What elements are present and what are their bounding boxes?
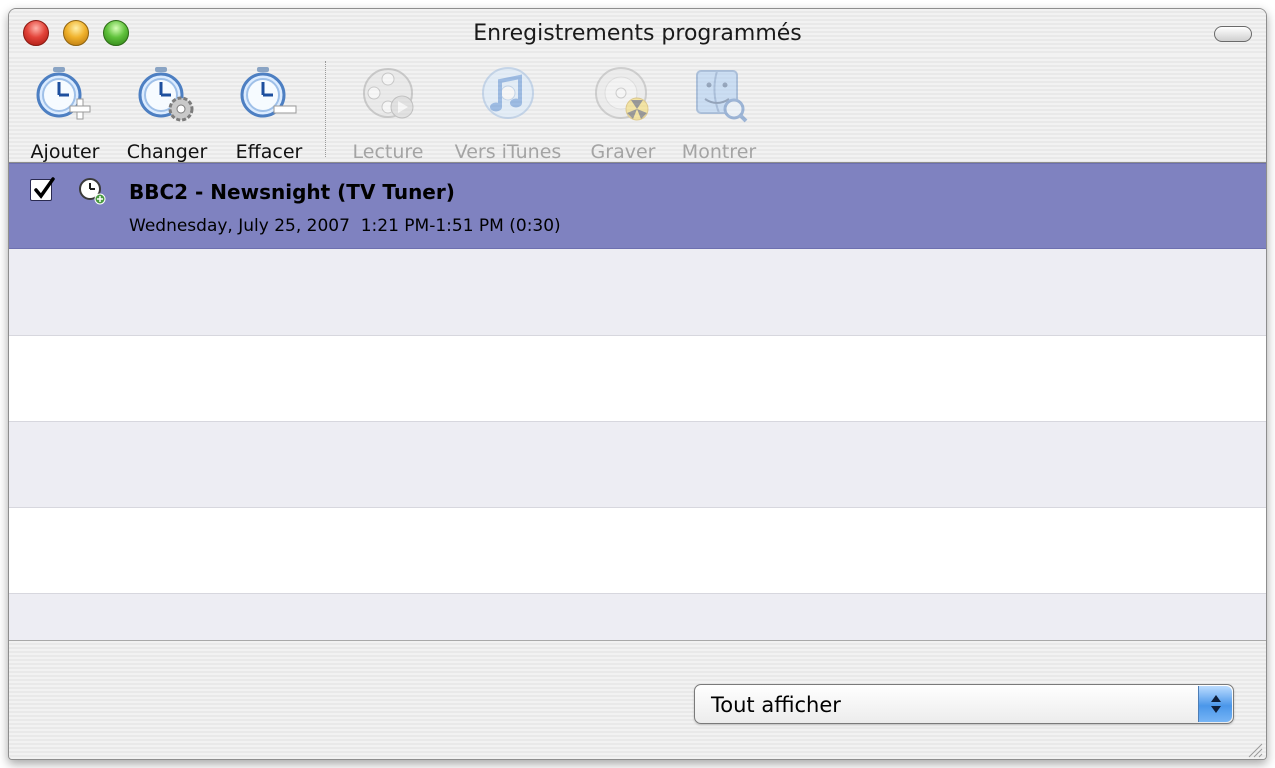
burn-button[interactable]: Graver [585,65,661,163]
itunes-note-icon [482,67,534,119]
burn-disc-icon [595,67,649,121]
show-button-label: Montrer [681,141,757,163]
checkmark-icon [34,177,55,199]
filter-popup[interactable]: Tout afficher [694,684,1234,724]
play-button-label: Lecture [352,141,424,163]
to-itunes-button[interactable]: Vers iTunes [445,65,571,163]
timer-gear-icon [138,67,194,122]
list-item[interactable]: BBC2 - Newsnight (TV Tuner) Wednesday, J… [9,163,1266,249]
timer-remove-icon [240,67,297,118]
empty-row [9,421,1266,507]
empty-row [9,593,1266,640]
up-down-arrows-icon [1211,695,1221,713]
to-itunes-button-label: Vers iTunes [454,141,562,163]
delete-button-label: Effacer [235,141,303,163]
film-reel-play-icon [363,68,414,119]
recordings-window: Enregistrements programmés Ajouter Chang… [8,8,1267,760]
empty-row [9,335,1266,421]
change-button[interactable]: Changer [121,65,213,163]
scheduled-clock-icon [79,178,106,205]
change-button-label: Changer [126,141,208,163]
window-title: Enregistrements programmés [473,21,802,46]
popup-arrows[interactable] [1198,686,1232,722]
toolbar: Ajouter Changer Effacer Lecture Vers iTu… [9,55,1266,163]
enabled-checkbox[interactable] [30,177,55,201]
show-button[interactable]: Montrer [675,65,763,163]
timer-add-icon [36,67,91,120]
filter-popup-value: Tout afficher [711,693,841,717]
recording-schedule: Wednesday, July 25, 2007 1:21 PM-1:51 PM… [129,216,561,236]
title-bar[interactable]: Enregistrements programmés [9,9,1266,55]
empty-row [9,507,1266,593]
burn-button-label: Graver [590,141,656,163]
finder-reveal-icon [696,70,748,123]
bottom-bar: Tout afficher [9,640,1266,759]
recordings-list[interactable]: BBC2 - Newsnight (TV Tuner) Wednesday, J… [9,163,1266,640]
play-button[interactable]: Lecture [345,65,431,163]
add-button[interactable]: Ajouter [23,65,107,163]
add-button-label: Ajouter [30,141,100,163]
empty-row [9,249,1266,335]
toolbar-toggle-button[interactable] [1214,26,1252,42]
toolbar-separator [325,61,326,157]
resize-grip-icon[interactable] [1245,740,1263,758]
delete-button[interactable]: Effacer [227,65,311,163]
recording-title: BBC2 - Newsnight (TV Tuner) [129,180,455,204]
